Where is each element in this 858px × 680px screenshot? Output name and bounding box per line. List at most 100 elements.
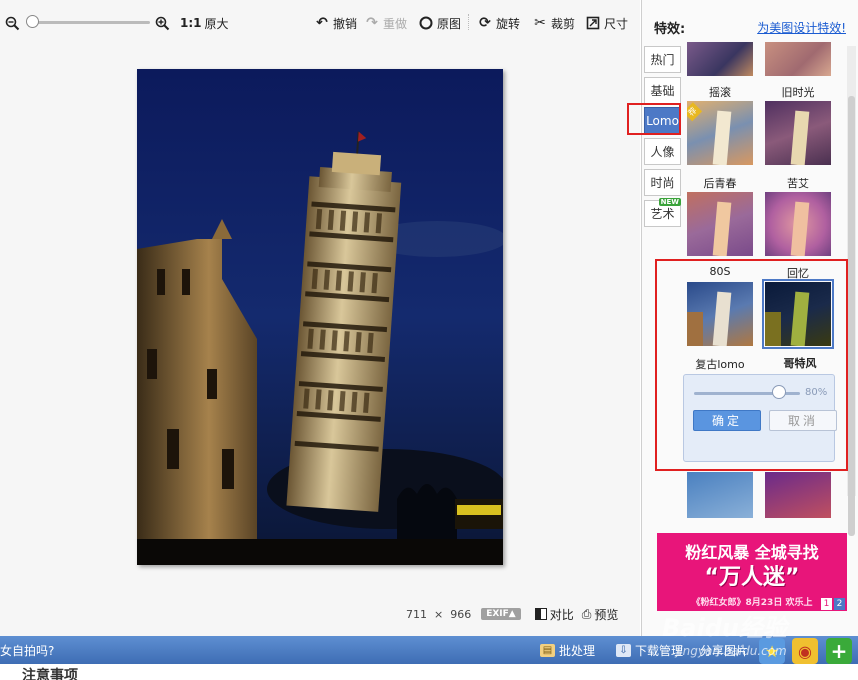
rotate-label: 旋转 xyxy=(496,16,521,31)
add-icon[interactable]: + xyxy=(826,638,852,664)
effect-label-old-times: 旧时光 xyxy=(781,86,815,99)
preview-icon: ⎙ xyxy=(581,606,592,621)
intensity-popup: 80% 确定 取消 xyxy=(683,374,837,462)
tower-thumbnail xyxy=(765,291,810,346)
cancel-button[interactable]: 取消 xyxy=(769,410,837,431)
pisa-tower-photo xyxy=(137,69,507,565)
compare-button[interactable]: 对比 xyxy=(534,606,574,623)
effect-thumb-80s[interactable] xyxy=(687,282,753,346)
zoom-out-button[interactable] xyxy=(4,14,20,32)
footer-heading: 注意事项 xyxy=(22,668,78,680)
design-effect-link[interactable]: 为美图设计特效! xyxy=(757,19,846,36)
confirm-button[interactable]: 确定 xyxy=(693,410,761,431)
tower-thumbnail xyxy=(712,201,732,256)
effect-thumb-partial-3[interactable] xyxy=(687,472,753,518)
effect-thumb-youth[interactable] xyxy=(687,192,753,256)
effect-label-gothic: 哥特风 xyxy=(783,357,817,370)
effect-thumb-rock[interactable]: 荐 xyxy=(687,101,753,165)
batch-button[interactable]: ▤ 批处理 xyxy=(540,641,595,659)
undo-icon: ↶ xyxy=(316,15,328,31)
undo-button[interactable]: ↶ 撤销 xyxy=(314,14,357,32)
ad-page-2[interactable]: 2 xyxy=(834,598,845,610)
page-footer: 注意事项 xyxy=(0,664,858,680)
scissors-icon: ✂ xyxy=(534,15,546,31)
watermark-url: jingyan.baidu.com xyxy=(676,644,787,658)
tab-fashion[interactable]: 时尚 xyxy=(644,169,681,196)
resize-icon xyxy=(585,15,601,31)
effect-thumb-absinthe[interactable] xyxy=(765,192,831,256)
zoom-in-icon xyxy=(154,15,170,31)
watermark-logo: Baidu经验 xyxy=(662,614,787,642)
tab-hot[interactable]: 热门 xyxy=(644,46,681,73)
rotate-button[interactable]: ⟳ 旋转 xyxy=(477,14,520,32)
redo-icon: ↷ xyxy=(366,15,378,31)
ad-title: “万人迷” xyxy=(704,565,800,590)
rotate-icon: ⟳ xyxy=(479,15,491,31)
original-image-button[interactable]: 原图 xyxy=(418,14,461,32)
original-image-label: 原图 xyxy=(437,16,462,31)
original-size-label: 原大 xyxy=(204,16,229,31)
zoom-slider-handle[interactable] xyxy=(26,15,39,28)
tab-art-label: 艺术 xyxy=(650,207,675,221)
zoom-in-button[interactable] xyxy=(154,14,170,32)
editor-area: 1:1 原大 ↶ 撤销 ↷ 重做 原图 ⟳ 旋转 ✂ 裁剪 尺寸 711 × 9… xyxy=(0,0,640,636)
download-icon: ⇩ xyxy=(616,643,631,657)
effect-label-absinthe: 苦艾 xyxy=(787,177,809,190)
ad-banner[interactable]: 粉红风暴 全城寻找 “万人迷” 《粉红女郎》8月23日 欢乐上 xyxy=(657,533,847,611)
crop-button[interactable]: ✂ 裁剪 xyxy=(532,14,575,32)
effect-label-youth: 后青春 xyxy=(703,177,737,190)
tab-portrait[interactable]: 人像 xyxy=(644,138,681,165)
intensity-value: 80% xyxy=(805,387,828,398)
effect-label-80s: 80S xyxy=(709,265,731,278)
effect-label-rock: 摇滚 xyxy=(709,86,731,99)
batch-icon: ▤ xyxy=(540,643,555,657)
batch-label: 批处理 xyxy=(559,643,596,658)
effect-thumb-partial-2[interactable] xyxy=(765,42,831,76)
compare-label: 对比 xyxy=(549,607,574,622)
ad-subtitle: 《粉红女郎》8月23日 欢乐上 xyxy=(691,598,813,608)
effect-thumb-partial-1[interactable] xyxy=(687,42,753,76)
original-size-button[interactable]: 1:1 原大 xyxy=(180,14,229,32)
ad-page-1[interactable]: 1 xyxy=(821,598,832,610)
new-badge: NEW xyxy=(658,198,681,206)
zoom-slider[interactable] xyxy=(28,21,150,24)
tower-thumbnail xyxy=(790,201,810,256)
status-text[interactable]: 女自拍吗? xyxy=(0,641,54,659)
redo-label: 重做 xyxy=(383,16,408,31)
intensity-slider-handle[interactable] xyxy=(771,385,786,399)
preview-button[interactable]: ⎙ 预览 xyxy=(582,606,619,623)
effect-thumb-partial-4[interactable] xyxy=(765,472,831,518)
zoom-out-icon xyxy=(4,15,20,31)
effect-label-retro-lomo: 复古lomo xyxy=(695,358,745,371)
scrollbar-thumb[interactable] xyxy=(848,96,855,536)
tower-thumbnail xyxy=(790,110,810,165)
resize-label: 尺寸 xyxy=(604,16,629,31)
effects-scrollbar[interactable] xyxy=(847,46,856,536)
crop-label: 裁剪 xyxy=(551,16,576,31)
original-image-icon xyxy=(418,15,434,31)
effect-thumb-memory[interactable] xyxy=(762,279,834,349)
redo-button[interactable]: ↷ 重做 xyxy=(364,14,407,32)
tab-art[interactable]: 艺术 NEW xyxy=(644,198,681,227)
dimension-separator: × xyxy=(434,607,444,621)
download-manager-button[interactable]: ⇩ 下载管理 xyxy=(616,641,683,659)
compare-icon xyxy=(534,608,547,620)
effect-thumb-old-times[interactable] xyxy=(765,101,831,165)
image-height: 966 xyxy=(450,607,472,621)
panel-title: 特效: xyxy=(654,22,686,37)
ratio-label: 1:1 xyxy=(180,16,202,30)
image-width: 711 xyxy=(406,607,427,621)
tower-thumbnail xyxy=(687,291,732,346)
effect-label-memory: 回忆 xyxy=(787,267,809,280)
preview-label: 预览 xyxy=(594,607,619,622)
tab-basic[interactable]: 基础 xyxy=(644,77,681,104)
toolbar: 1:1 原大 ↶ 撤销 ↷ 重做 原图 ⟳ 旋转 ✂ 裁剪 尺寸 xyxy=(0,0,640,44)
resize-button[interactable]: 尺寸 xyxy=(585,14,628,32)
weibo-icon[interactable]: ◉ xyxy=(792,638,818,664)
lomo-tab-highlight xyxy=(627,103,681,135)
toolbar-divider xyxy=(468,14,469,30)
image-info-bar: 711 × 966 EXIF▲ 对比 ⎙ 预览 xyxy=(406,606,618,622)
undo-label: 撤销 xyxy=(333,16,358,31)
exif-button[interactable]: EXIF▲ xyxy=(481,608,521,620)
photo-canvas[interactable] xyxy=(137,69,507,565)
